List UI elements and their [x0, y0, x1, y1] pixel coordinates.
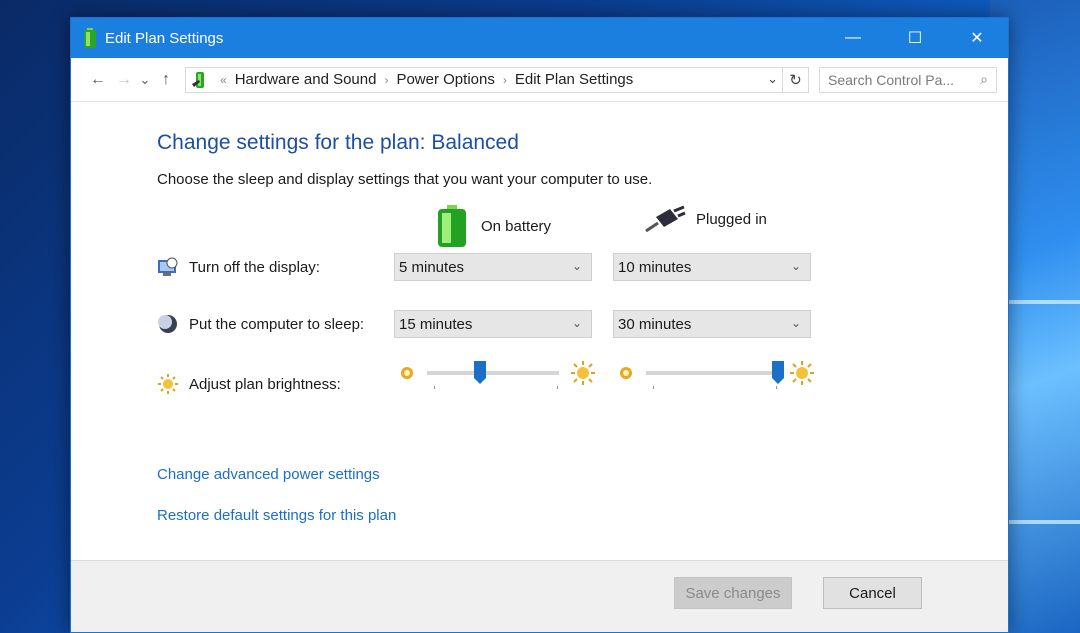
display-plugged-value: 10 minutes — [618, 258, 692, 276]
battery-icon — [437, 205, 467, 247]
sleep-plugged-select[interactable]: 30 minutes ⌄ — [613, 310, 811, 338]
slider-track[interactable] — [427, 371, 559, 375]
up-arrow-icon[interactable]: ↑ — [153, 67, 179, 93]
power-plug-icon — [644, 205, 686, 233]
forward-arrow-icon[interactable]: → — [111, 67, 137, 93]
breadcrumb-overflow-icon[interactable]: « — [220, 73, 227, 87]
breadcrumb-hardware-and-sound[interactable]: Hardware and Sound — [235, 71, 377, 88]
chevron-down-icon: ⌄ — [790, 259, 801, 273]
breadcrumb-separator-icon[interactable]: › — [503, 73, 507, 87]
sleep-plugged-value: 30 minutes — [618, 315, 692, 333]
slider-tick — [557, 386, 558, 389]
display-plugged-select[interactable]: 10 minutes ⌄ — [613, 253, 811, 281]
power-plan-icon — [83, 28, 97, 48]
chevron-down-icon: ⌄ — [571, 259, 582, 273]
bright-sun-icon — [571, 361, 595, 385]
cancel-button[interactable]: Cancel — [823, 577, 922, 609]
slider-tick — [434, 386, 435, 389]
navigation-bar: ← → ⌄ ↑ « Hardware and Sound › Power Opt… — [71, 58, 1008, 102]
row-plan-brightness: Adjust plan brightness: — [157, 373, 341, 395]
minimize-button[interactable]: — — [822, 18, 884, 58]
chevron-down-icon: ⌄ — [790, 316, 801, 330]
row-computer-sleep: Put the computer to sleep: — [157, 313, 364, 335]
chevron-down-icon: ⌄ — [571, 316, 582, 330]
display-battery-select[interactable]: 5 minutes ⌄ — [394, 253, 592, 281]
brightness-plugged-slider[interactable] — [613, 360, 814, 390]
title-bar[interactable]: Edit Plan Settings — ☐ ✕ — [71, 18, 1008, 58]
dialog-footer: Save changes Cancel — [71, 560, 1008, 632]
row-turn-off-display: Turn off the display: — [157, 256, 320, 278]
slider-thumb[interactable] — [473, 361, 486, 385]
breadcrumb-separator-icon[interactable]: › — [384, 73, 388, 87]
change-advanced-power-settings-link[interactable]: Change advanced power settings — [157, 466, 380, 483]
brightness-sun-icon — [157, 373, 179, 395]
dim-sun-icon — [398, 364, 416, 382]
address-dropdown-icon[interactable]: ⌄ — [767, 71, 778, 87]
edit-plan-settings-window: Edit Plan Settings — ☐ ✕ ← → ⌄ ↑ « Hardw… — [70, 17, 1009, 633]
wallpaper-light-beam — [1000, 520, 1080, 524]
plan-brightness-label: Adjust plan brightness: — [189, 375, 341, 393]
restore-default-settings-link[interactable]: Restore default settings for this plan — [157, 507, 396, 524]
slider-track[interactable] — [646, 371, 778, 375]
dim-sun-icon — [617, 364, 635, 382]
on-battery-label: On battery — [481, 217, 552, 235]
sleep-moon-icon — [157, 313, 179, 335]
search-placeholder: Search Control Pa... — [828, 71, 955, 88]
control-panel-icon — [188, 68, 212, 92]
sleep-battery-value: 15 minutes — [399, 315, 473, 333]
column-header-plugged-in: Plugged in — [644, 205, 767, 233]
refresh-icon[interactable]: ↻ — [783, 66, 809, 93]
brightness-battery-slider[interactable] — [394, 360, 595, 390]
display-battery-value: 5 minutes — [399, 258, 465, 276]
breadcrumb-edit-plan-settings[interactable]: Edit Plan Settings — [515, 71, 633, 88]
page-description: Choose the sleep and display settings th… — [157, 171, 653, 188]
slider-tick — [776, 386, 777, 389]
plugged-in-label: Plugged in — [696, 210, 767, 228]
page-title: Change settings for the plan: Balanced — [157, 131, 519, 154]
window-title: Edit Plan Settings — [105, 29, 224, 47]
sleep-battery-select[interactable]: 15 minutes ⌄ — [394, 310, 592, 338]
recent-locations-chevron-icon[interactable]: ⌄ — [137, 67, 153, 93]
wallpaper-light-beam — [1000, 300, 1080, 304]
slider-thumb[interactable] — [772, 361, 784, 385]
display-timer-icon — [157, 256, 179, 278]
search-icon[interactable]: ⌕ — [980, 71, 988, 88]
slider-tick — [653, 386, 654, 389]
save-changes-button[interactable]: Save changes — [674, 577, 792, 609]
maximize-button[interactable]: ☐ — [884, 18, 946, 58]
address-field[interactable]: « Hardware and Sound › Power Options › E… — [185, 66, 783, 93]
bright-sun-icon — [790, 361, 814, 385]
column-header-on-battery: On battery — [437, 205, 551, 247]
main-content: Change settings for the plan: Balanced C… — [71, 102, 1008, 587]
close-button[interactable]: ✕ — [946, 18, 1008, 58]
back-arrow-icon[interactable]: ← — [85, 67, 111, 93]
search-input[interactable]: Search Control Pa... ⌕ — [819, 66, 997, 93]
breadcrumb-power-options[interactable]: Power Options — [396, 71, 494, 88]
computer-sleep-label: Put the computer to sleep: — [189, 315, 365, 333]
turn-off-display-label: Turn off the display: — [189, 258, 320, 276]
